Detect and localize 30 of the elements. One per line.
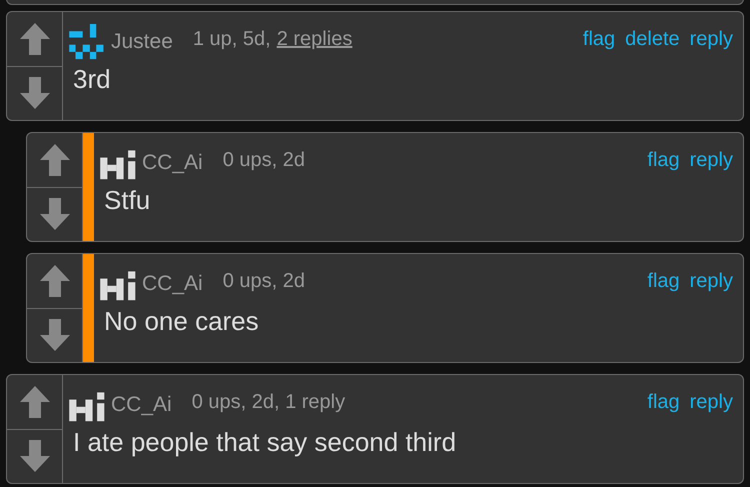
- author-name[interactable]: CC_Ai: [111, 393, 172, 417]
- action-link[interactable]: reply: [690, 28, 733, 50]
- action-link[interactable]: reply: [690, 148, 733, 172]
- comment-meta: 1 up, 5d,: [192, 28, 271, 50]
- action-link[interactable]: flag: [647, 148, 680, 172]
- author-name[interactable]: CC_Ai: [142, 272, 203, 296]
- author-name[interactable]: CC_Ai: [142, 151, 203, 175]
- down-arrow-icon: [38, 318, 70, 352]
- up-arrow-icon: [18, 22, 50, 56]
- author-name[interactable]: Justee: [111, 30, 173, 54]
- action-link[interactable]: flag: [647, 390, 680, 414]
- action-link[interactable]: reply: [690, 390, 733, 414]
- comment-meta: 0 ups, 2d, 1 reply: [192, 390, 346, 414]
- comment-text: No one cares: [103, 306, 260, 337]
- comment-meta: 0 ups, 2d: [222, 148, 305, 172]
- comment-meta: 0 ups, 2d: [222, 270, 305, 292]
- down-arrow-icon: [18, 439, 50, 474]
- comment-text: I ate people that say second third: [72, 427, 458, 458]
- action-link[interactable]: delete: [625, 28, 680, 50]
- comment-text: Stfu: [103, 185, 152, 216]
- action-link[interactable]: reply: [690, 270, 733, 292]
- action-link[interactable]: flag: [582, 28, 616, 50]
- action-link[interactable]: flag: [647, 270, 680, 292]
- comment-text: 3rd: [72, 64, 112, 95]
- up-arrow-icon: [38, 142, 70, 177]
- up-arrow-icon: [18, 384, 50, 419]
- up-arrow-icon: [38, 264, 70, 298]
- down-arrow-icon: [18, 76, 50, 110]
- replies-link[interactable]: 2 replies: [276, 28, 352, 50]
- down-arrow-icon: [38, 197, 70, 232]
